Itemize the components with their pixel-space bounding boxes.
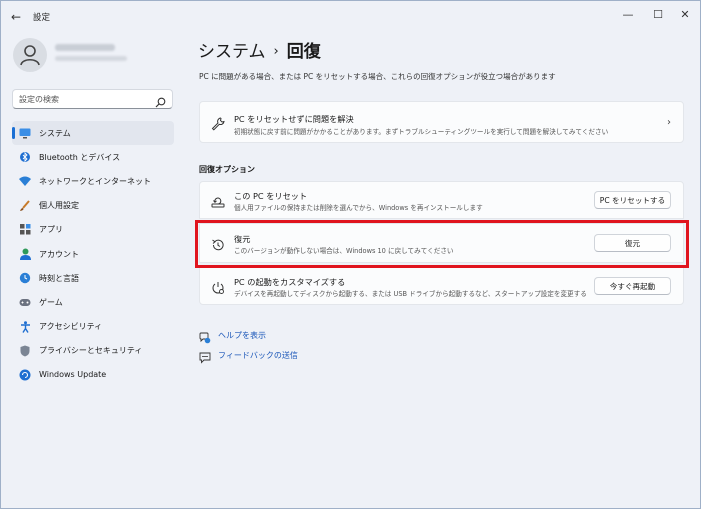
app-title: 設定 — [33, 13, 51, 23]
minimize-button[interactable]: — — [621, 8, 635, 22]
card-title: 復元 — [234, 234, 251, 244]
sidebar-item-network[interactable]: ネットワークとインターネット — [12, 169, 174, 193]
sidebar-item-label: ゲーム — [39, 297, 63, 307]
monitor-icon — [19, 127, 31, 139]
link-label: ヘルプを表示 — [218, 330, 266, 340]
user-email-blurred — [55, 56, 127, 61]
settings-window: ← 設定 — ☐ ✕ システム — [0, 0, 701, 509]
card-subtitle: このバージョンが動作しない場合は、Windows 10 に戻してみてください — [234, 247, 454, 255]
shield-icon — [19, 345, 31, 357]
help-links: ヘルプを表示 フィードバックの送信 — [199, 325, 298, 365]
help-icon — [199, 329, 211, 344]
get-help-link[interactable]: ヘルプを表示 — [199, 325, 298, 345]
maximize-button[interactable]: ☐ — [651, 8, 665, 22]
breadcrumb-parent[interactable]: システム — [198, 42, 266, 62]
sidebar-item-label: アクセシビリティ — [39, 322, 103, 332]
active-indicator — [12, 127, 15, 139]
sidebar-item-label: 時刻と言語 — [39, 273, 79, 283]
sidebar-item-accounts[interactable]: アカウント — [12, 242, 174, 266]
restart-now-button[interactable]: 今すぐ再起動 — [594, 277, 671, 295]
card-title: PC の起動をカスタマイズする — [234, 277, 346, 287]
give-feedback-link[interactable]: フィードバックの送信 — [199, 345, 298, 365]
card-title: PC をリセットせずに問題を解決 — [234, 114, 354, 124]
sidebar-item-system[interactable]: システム — [12, 121, 174, 146]
sidebar-item-label: アプリ — [39, 225, 63, 235]
sidebar-item-windows-update[interactable]: Windows Update — [12, 363, 174, 387]
wifi-icon — [19, 175, 31, 187]
section-title: 回復オプション — [199, 165, 255, 174]
breadcrumb: システム › 回復 — [198, 37, 321, 62]
page-description: PC に問題がある場合、または PC をリセットする場合、これらの回復オプション… — [199, 72, 556, 81]
history-icon — [211, 237, 225, 251]
go-back-button[interactable]: 復元 — [594, 234, 671, 252]
breadcrumb-separator: › — [273, 44, 279, 59]
advanced-startup-icon — [211, 280, 225, 294]
card-subtitle: 個人用ファイルの保持または削除を選んでから、Windows を再インストールしま… — [234, 204, 483, 212]
sidebar-item-accessibility[interactable]: アクセシビリティ — [12, 315, 174, 339]
go-back-card: 復元 このバージョンが動作しない場合は、Windows 10 に戻してみてくださ… — [199, 223, 684, 263]
card-title: この PC をリセット — [234, 191, 308, 201]
search-box[interactable] — [12, 89, 173, 109]
avatar — [13, 38, 47, 72]
brush-icon — [19, 200, 31, 212]
sidebar-item-privacy[interactable]: プライバシーとセキュリティ — [12, 339, 174, 363]
search-icon[interactable] — [155, 93, 166, 112]
troubleshoot-card[interactable]: PC をリセットせずに問題を解決 初期状態に戻す前に問題がかかることがあります。… — [199, 101, 684, 143]
title-bar: ← 設定 — ☐ ✕ — [1, 1, 700, 33]
reset-pc-icon — [211, 194, 225, 208]
close-button[interactable]: ✕ — [678, 8, 692, 22]
sidebar-item-bluetooth[interactable]: Bluetooth とデバイス — [12, 145, 174, 169]
card-subtitle: 初期状態に戻す前に問題がかかることがあります。まずトラブルシューティングツールを… — [234, 128, 609, 136]
sidebar-item-label: システム — [39, 128, 71, 138]
sidebar-item-label: Windows Update — [39, 370, 107, 380]
sidebar-item-gaming[interactable]: ゲーム — [12, 290, 174, 314]
account-icon — [19, 248, 31, 261]
back-arrow-icon[interactable]: ← — [11, 10, 21, 24]
sidebar-item-label: 個人用設定 — [39, 201, 79, 211]
sidebar-item-label: プライバシーとセキュリティ — [39, 346, 143, 356]
sidebar-item-label: アカウント — [39, 249, 79, 259]
person-icon — [20, 45, 40, 66]
sidebar-item-label: ネットワークとインターネット — [39, 176, 151, 186]
search-input[interactable] — [19, 92, 154, 106]
bluetooth-icon — [19, 151, 31, 163]
sidebar-nav: システム Bluetooth とデバイス ネットワークとインターネット 個人用設… — [12, 121, 174, 387]
accessibility-icon — [19, 320, 31, 333]
sidebar-item-apps[interactable]: アプリ — [12, 218, 174, 242]
globe-clock-icon — [19, 272, 31, 284]
sidebar-item-time-language[interactable]: 時刻と言語 — [12, 266, 174, 290]
gamepad-icon — [19, 296, 31, 308]
feedback-icon — [199, 349, 211, 364]
page-title: 回復 — [286, 42, 321, 62]
wrench-icon — [211, 116, 225, 131]
link-label: フィードバックの送信 — [218, 350, 298, 360]
advanced-startup-card: PC の起動をカスタマイズする デバイスを再起動してディスクから起動する、または… — [199, 267, 684, 305]
windows-update-icon — [19, 369, 31, 381]
chevron-right-icon[interactable]: › — [667, 117, 671, 128]
reset-pc-card: この PC をリセット 個人用ファイルの保持または削除を選んでから、Window… — [199, 181, 684, 219]
reset-pc-button[interactable]: PC をリセットする — [594, 191, 671, 209]
user-name-blurred — [55, 44, 115, 51]
sidebar-item-label: Bluetooth とデバイス — [39, 152, 121, 162]
apps-icon — [19, 224, 31, 236]
sidebar-item-personalization[interactable]: 個人用設定 — [12, 194, 174, 218]
card-subtitle: デバイスを再起動してディスクから起動する、または USB ドライブから起動するな… — [234, 290, 587, 298]
